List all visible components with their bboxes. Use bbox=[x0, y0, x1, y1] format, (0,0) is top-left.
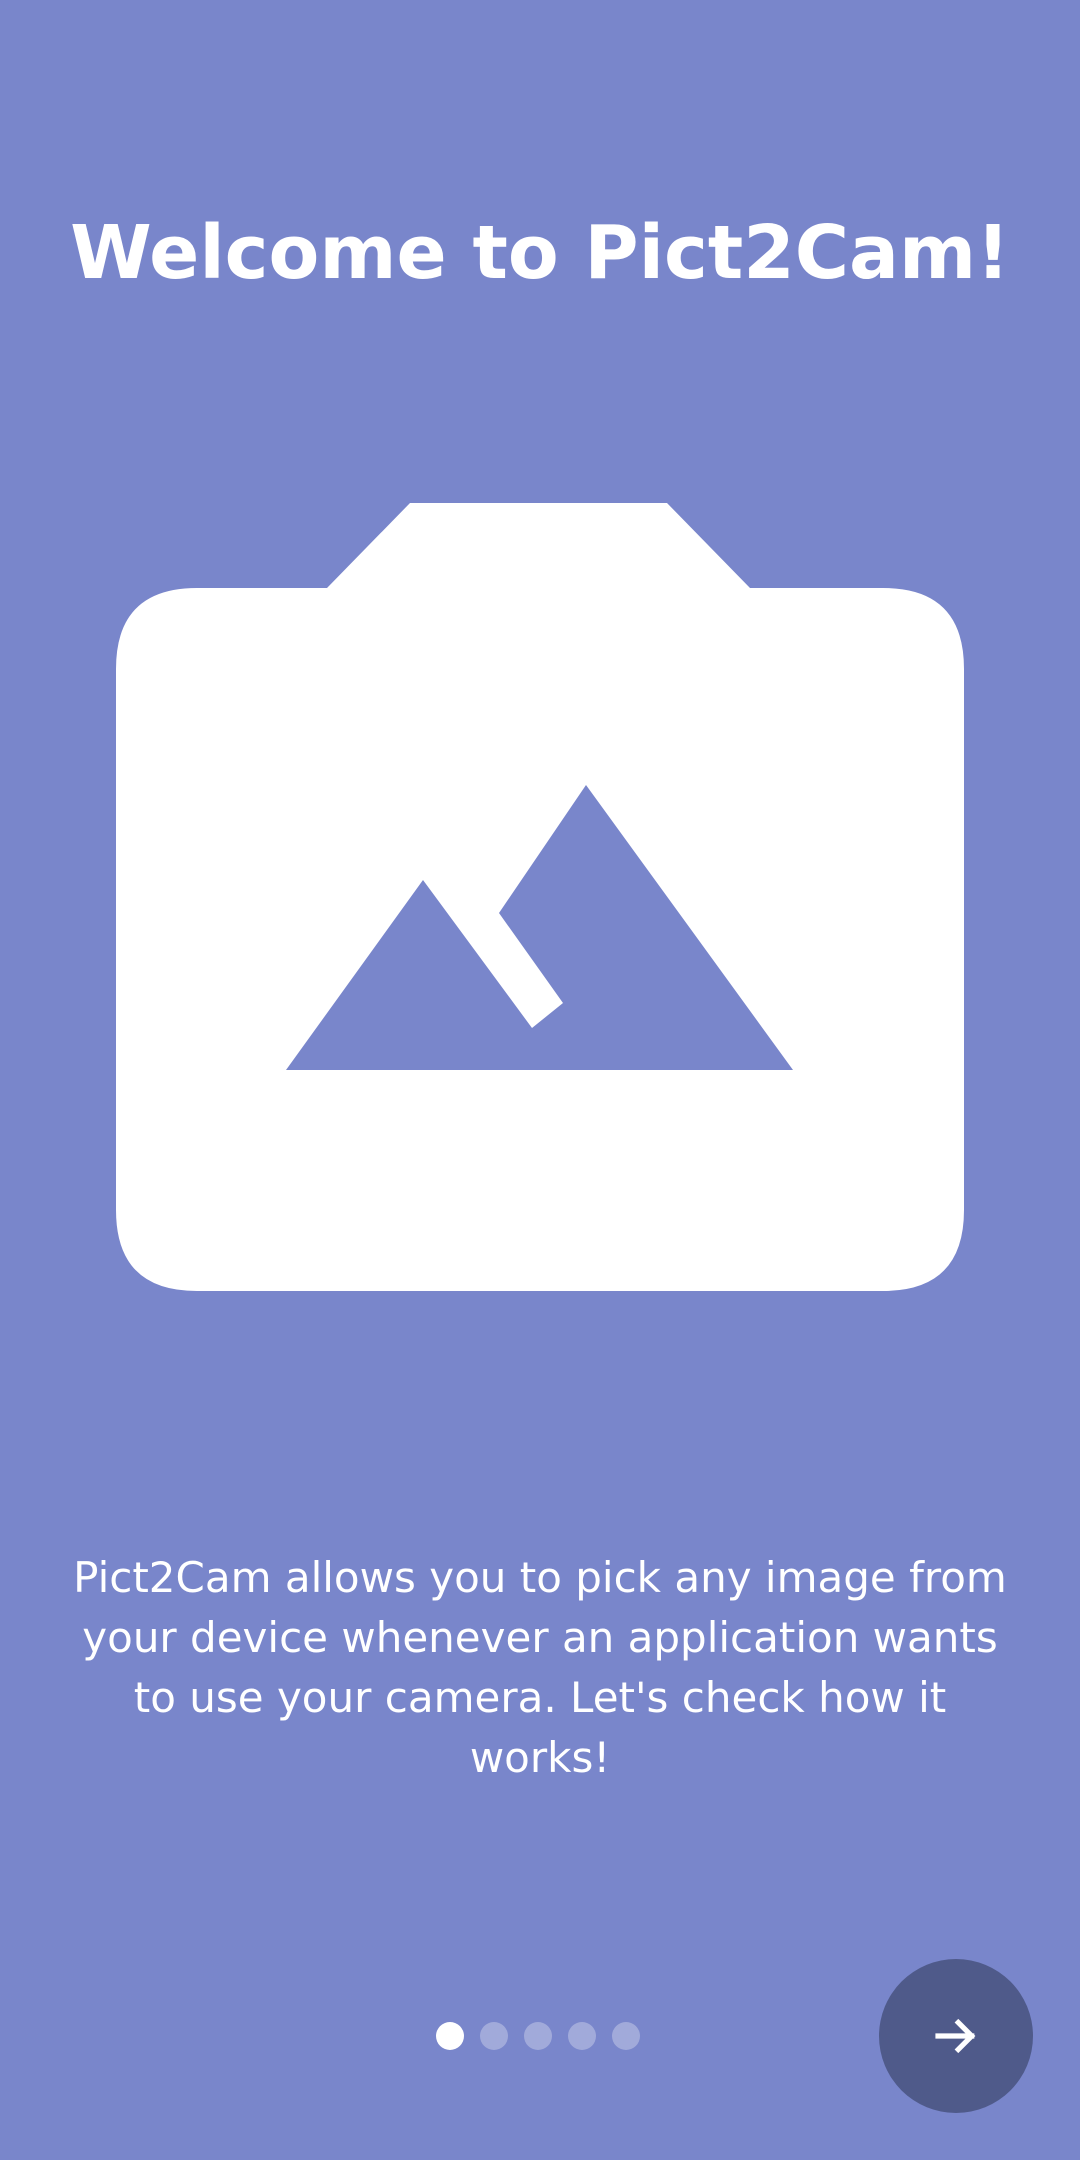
page-dot-4 bbox=[568, 2022, 596, 2050]
page-title: Welcome to Pict2Cam! bbox=[70, 210, 1010, 296]
onboarding-description: Pict2Cam allows you to pick any image fr… bbox=[73, 1553, 1007, 1782]
next-button[interactable] bbox=[879, 1959, 1033, 2113]
page-dot-5 bbox=[612, 2022, 640, 2050]
hero-illustration bbox=[116, 503, 964, 1291]
page-dot-3 bbox=[524, 2022, 552, 2050]
page-indicator bbox=[436, 2022, 640, 2050]
page-dot-1 bbox=[436, 2022, 464, 2050]
page-dot-2 bbox=[480, 2022, 508, 2050]
camera-with-mountain-icon bbox=[116, 503, 964, 1291]
arrow-right-icon bbox=[935, 2018, 976, 2054]
